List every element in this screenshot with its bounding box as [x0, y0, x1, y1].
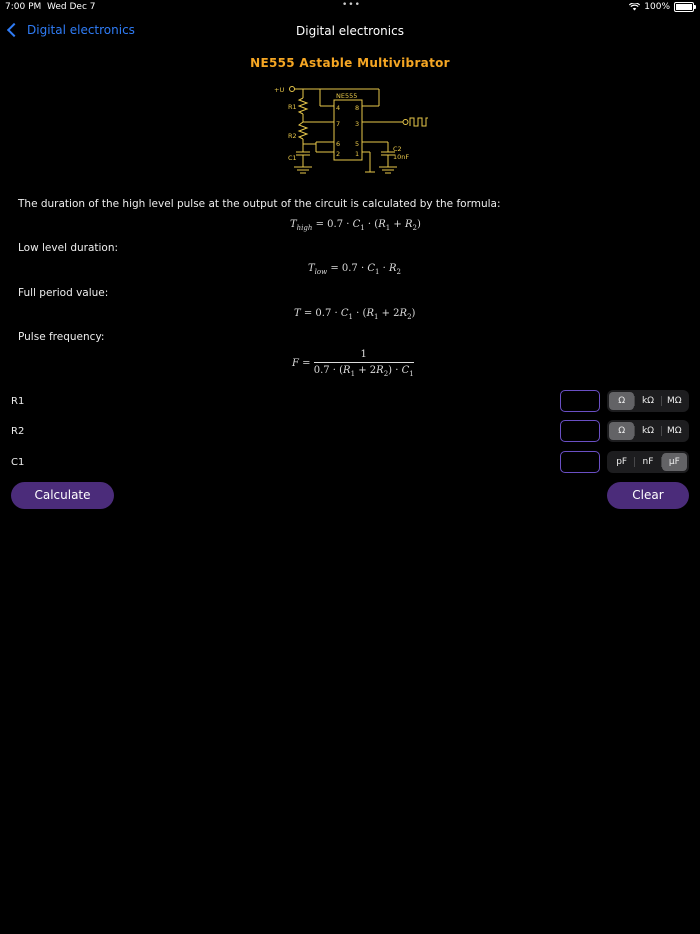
label-c2: C2: [393, 145, 402, 153]
circuit-diagram: +U R1 R2 C1 NE555 4 7 6 2 8 3 5 1 C2 10n…: [274, 86, 428, 174]
c1-unit-pf[interactable]: pF: [609, 453, 634, 471]
c1-unit-nf[interactable]: nF: [635, 453, 660, 471]
r1-unit-ohm[interactable]: Ω: [609, 392, 635, 410]
pin-3: 3: [355, 120, 359, 128]
label-r2: R2: [288, 132, 297, 140]
label-r1: R1: [288, 103, 297, 111]
formula-period: T = 0.7 · C1 · (R1 + 2R2): [294, 308, 416, 321]
r2-label: R2: [11, 426, 25, 437]
r1-label: R1: [11, 396, 25, 407]
battery-percent: 100%: [644, 2, 670, 12]
multitask-dots[interactable]: •••: [342, 0, 361, 10]
clear-button[interactable]: Clear: [607, 482, 689, 509]
intro-text: The duration of the high level pulse at …: [18, 198, 501, 210]
c1-label: C1: [11, 457, 25, 468]
c1-unit-uf[interactable]: µF: [661, 453, 687, 471]
pin-2: 2: [336, 150, 340, 158]
r1-input[interactable]: [560, 390, 600, 412]
label-c2-value: 10nF: [393, 153, 409, 161]
r1-unit-kohm[interactable]: kΩ: [635, 392, 660, 410]
circuit-heading: NE555 Astable Multivibrator: [250, 56, 450, 70]
r2-input[interactable]: [560, 420, 600, 442]
r2-unit-selector[interactable]: Ω kΩ MΩ: [607, 420, 689, 442]
pin-6: 6: [336, 140, 340, 148]
r1-unit-mohm[interactable]: MΩ: [662, 392, 687, 410]
r1-unit-selector[interactable]: Ω kΩ MΩ: [607, 390, 689, 412]
pin-4: 4: [336, 104, 340, 112]
pin-7: 7: [336, 120, 340, 128]
wifi-icon: [629, 3, 641, 11]
navigation-bar: Digital electronics Digital electronics: [0, 22, 700, 42]
r2-unit-ohm[interactable]: Ω: [609, 422, 635, 440]
page-title: Digital electronics: [296, 24, 404, 38]
r2-unit-kohm[interactable]: kΩ: [635, 422, 660, 440]
pin-5: 5: [355, 140, 359, 148]
c1-input[interactable]: [560, 451, 600, 473]
label-c1: C1: [288, 154, 297, 162]
freq-text: Pulse frequency:: [18, 331, 105, 343]
label-chip: NE555: [336, 92, 357, 100]
status-right: 100%: [629, 2, 696, 12]
label-supply: +U: [274, 86, 284, 94]
battery-icon: [674, 2, 696, 12]
r2-unit-mohm[interactable]: MΩ: [662, 422, 687, 440]
full-text: Full period value:: [18, 287, 109, 299]
status-bar: 7:00 PM Wed Dec 7 ••• 100%: [0, 0, 700, 14]
low-text: Low level duration:: [18, 242, 119, 254]
formula-high: Thigh = 0.7 · C1 · (R1 + R2): [290, 219, 421, 232]
pin-8: 8: [355, 104, 359, 112]
pin-1: 1: [355, 150, 359, 158]
status-time: 7:00 PM Wed Dec 7: [5, 2, 96, 12]
calculate-button[interactable]: Calculate: [11, 482, 114, 509]
formula-low: Tlow = 0.7 · C1 · R2: [308, 263, 401, 276]
c1-unit-selector[interactable]: pF nF µF: [607, 451, 689, 473]
formula-frequency: F = 1 0.7 · (R1 + 2R2) · C1: [292, 349, 414, 378]
